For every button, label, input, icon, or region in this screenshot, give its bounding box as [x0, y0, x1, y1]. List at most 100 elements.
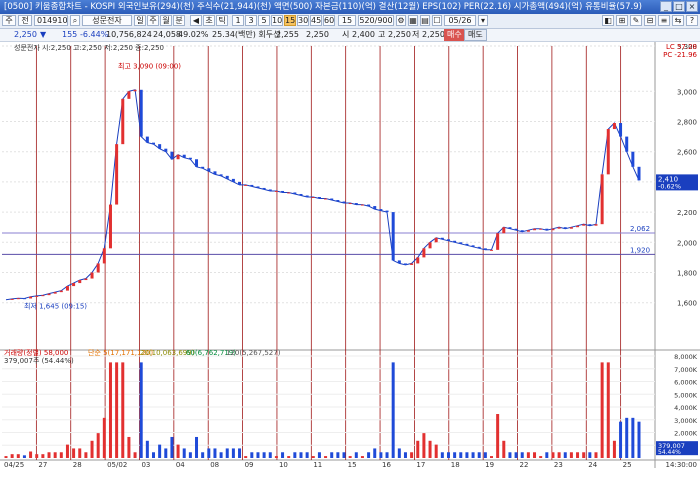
- price-candle: [373, 206, 377, 210]
- volume-bar: [250, 452, 254, 458]
- sub-menu-button[interactable]: 전: [18, 15, 32, 26]
- price-candle: [582, 224, 586, 226]
- price-candle: [158, 144, 162, 149]
- x-tick-label: 22: [520, 461, 529, 469]
- volume-bar: [514, 452, 518, 458]
- price-candle: [551, 228, 555, 231]
- x-tick-label: 11: [313, 461, 322, 469]
- volume-bar: [225, 448, 229, 458]
- volume-bar: [201, 452, 205, 458]
- price-candle: [533, 228, 537, 231]
- tool-icon-3[interactable]: ✎: [630, 15, 642, 26]
- volume-bar: [373, 448, 377, 458]
- price-candle: [588, 224, 592, 226]
- volume-bar: [324, 456, 328, 458]
- volume-bar: [4, 456, 8, 458]
- tick-button[interactable]: 틱: [216, 15, 228, 26]
- volume-bar: [188, 452, 192, 458]
- minimize-button[interactable]: _: [660, 1, 672, 12]
- interval-30-button[interactable]: 30: [297, 15, 309, 26]
- price-tick-label: 2,600: [677, 149, 697, 157]
- volume-bar: [416, 440, 420, 458]
- settings-icon[interactable]: ⚙: [396, 15, 406, 26]
- interval-45-button[interactable]: 45: [310, 15, 322, 26]
- sell-button[interactable]: 매도: [464, 29, 487, 41]
- price-volume-chart[interactable]: 3,3003,0002,8002,6002,4002,2002,0001,800…: [0, 42, 700, 488]
- low-value: 2,250: [388, 30, 411, 39]
- buy-button[interactable]: 매수: [444, 29, 465, 41]
- volume-bar: [84, 452, 88, 458]
- count-input[interactable]: 15: [338, 15, 356, 26]
- volume-bar: [10, 454, 14, 458]
- volume-bar: [65, 444, 69, 458]
- chart-icon[interactable]: ▤: [420, 15, 430, 26]
- price-candle: [305, 195, 309, 197]
- interval-15-button[interactable]: 15: [284, 15, 296, 26]
- tool-icon-5[interactable]: ≡: [658, 15, 670, 26]
- volume-bar: [305, 452, 309, 458]
- volume-bar: [238, 448, 242, 458]
- close-button[interactable]: ×: [686, 1, 698, 12]
- price-candle: [379, 209, 383, 211]
- main-menu-button[interactable]: 주: [2, 15, 16, 26]
- grid-icon[interactable]: ▦: [408, 15, 418, 26]
- price-candle: [342, 201, 346, 204]
- indicator-lc-label: LC 57.28: [666, 43, 697, 51]
- tool-icon-1[interactable]: ◧: [602, 15, 614, 26]
- change-amount: 155: [62, 30, 78, 39]
- window-title: [0500] 키움종합차트 - KOSPI 외국인보유(294)(천) 주식수(…: [4, 2, 642, 12]
- period-week-button[interactable]: 주: [147, 15, 159, 26]
- price-candle: [410, 263, 414, 265]
- interval-3-button[interactable]: 3: [245, 15, 257, 26]
- view-count-input[interactable]: 520/900: [358, 15, 394, 26]
- prev-icon[interactable]: ◀: [190, 15, 202, 26]
- price-candle: [41, 295, 45, 297]
- chart-area[interactable]: 3,3003,0002,8002,6002,4002,2002,0001,800…: [0, 42, 700, 488]
- price-candle: [385, 210, 389, 213]
- tool-icon-6[interactable]: ⇆: [672, 15, 684, 26]
- volume-bar: [625, 417, 629, 458]
- reference-line-label: 2,062: [630, 225, 650, 233]
- volume-bar: [526, 452, 530, 458]
- price-candle: [256, 186, 260, 188]
- price-candle: [35, 295, 39, 297]
- price-tick-label: 3,000: [677, 88, 697, 96]
- volume-bar: [569, 452, 573, 458]
- price-candle: [545, 228, 549, 231]
- tool-icon-4[interactable]: ⊟: [644, 15, 656, 26]
- volume-bar: [619, 421, 623, 458]
- search-icon[interactable]: ⌕: [70, 15, 80, 26]
- x-tick-label: 16: [382, 461, 391, 469]
- checkbox[interactable]: ☐: [432, 15, 442, 26]
- volume-tick-label: 8,000K: [674, 353, 698, 361]
- stock-code-input[interactable]: 014910: [34, 15, 68, 26]
- interval-10-button[interactable]: 10: [271, 15, 283, 26]
- volume-bar: [428, 440, 432, 458]
- volume-bar: [631, 417, 635, 458]
- second-button[interactable]: 초: [203, 15, 215, 26]
- window-title-bar: [0500] 키움종합차트 - KOSPI 외국인보유(294)(천) 주식수(…: [0, 0, 700, 14]
- volume-bar: [133, 452, 137, 458]
- period-month-button[interactable]: 월: [160, 15, 172, 26]
- price-candle: [348, 203, 352, 205]
- price-tick-label: 1,800: [677, 270, 697, 278]
- period-day-button[interactable]: 일: [134, 15, 146, 26]
- price-candle: [176, 154, 180, 160]
- volume-value: 10,756,824: [106, 30, 152, 39]
- period-minute-button[interactable]: 분: [173, 15, 185, 26]
- price-candle: [96, 263, 100, 273]
- high-value: 2,400: [352, 30, 375, 39]
- maximize-button[interactable]: □: [673, 1, 685, 12]
- volume-bar: [410, 452, 414, 458]
- tool-icon-7[interactable]: ?: [686, 15, 698, 26]
- interval-60-button[interactable]: 60: [323, 15, 335, 26]
- volume-legend-5: 120(5,267,527): [226, 349, 281, 357]
- interval-1-button[interactable]: 1: [232, 15, 244, 26]
- calendar-icon[interactable]: ▾: [478, 15, 488, 26]
- indicator-pc-label: PC -21.96: [663, 51, 697, 59]
- tool-icon-2[interactable]: ⊞: [616, 15, 628, 26]
- price-candle: [483, 248, 487, 250]
- interval-5-button[interactable]: 5: [258, 15, 270, 26]
- date-input[interactable]: 05/26: [444, 15, 476, 26]
- volume-bar: [385, 452, 389, 458]
